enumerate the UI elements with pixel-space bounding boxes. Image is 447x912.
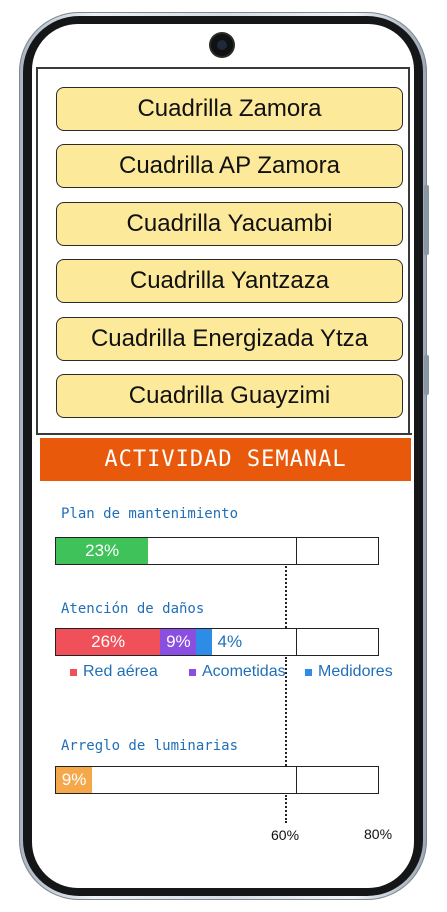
luminaires-label: Arreglo de luminarias xyxy=(61,738,239,754)
threshold-marker xyxy=(295,537,298,564)
threshold-marker xyxy=(295,628,298,655)
legend-label: Red aérea xyxy=(83,663,158,680)
plan-progress-value: 23% xyxy=(85,541,120,560)
legend-label: Medidores xyxy=(318,663,393,680)
axis-label-max: 80% xyxy=(364,826,393,842)
volume-button xyxy=(424,185,429,255)
crew-button-zamora[interactable]: Cuadrilla Zamora xyxy=(56,87,403,131)
threshold-guide-line xyxy=(285,566,287,628)
plan-progress-fill: 23% xyxy=(56,538,149,564)
weekly-activity-banner: ACTIVIDAD SEMANAL xyxy=(40,438,411,481)
legend-item-medidores: Medidores xyxy=(305,663,393,681)
damages-progress-bar: 26% 9% 4% xyxy=(55,628,379,656)
damages-segment-value: 26% xyxy=(91,632,126,651)
threshold-guide-line xyxy=(285,657,287,766)
luminaires-progress-bar: 9% xyxy=(55,766,379,794)
threshold-marker xyxy=(295,766,298,793)
legend-item-acometidas: Acometidas xyxy=(189,663,286,681)
axis-label-threshold: 60% xyxy=(271,827,300,843)
divider xyxy=(36,433,412,435)
threshold-guide-line xyxy=(285,795,287,823)
legend-swatch xyxy=(305,668,312,676)
front-camera-icon xyxy=(211,34,233,56)
crew-button-guayzimi[interactable]: Cuadrilla Guayzimi xyxy=(56,374,403,418)
crew-button-energizada-ytza[interactable]: Cuadrilla Energizada Ytza xyxy=(56,317,403,361)
damages-label: Atención de daños xyxy=(61,601,205,617)
damages-segment-acometidas: 9% xyxy=(160,629,197,655)
legend-label: Acometidas xyxy=(202,663,286,680)
plan-label: Plan de mantenimiento xyxy=(61,506,239,522)
legend-swatch xyxy=(189,668,196,676)
damages-segment-medidores xyxy=(196,629,213,655)
luminaires-progress-fill: 9% xyxy=(56,767,93,793)
damages-segment-red-aerea: 26% xyxy=(56,629,161,655)
plan-progress-bar: 23% xyxy=(55,537,379,565)
divider xyxy=(36,67,410,69)
legend-swatch xyxy=(70,668,77,676)
power-button xyxy=(424,355,429,395)
luminaires-progress-value: 9% xyxy=(61,770,87,789)
crew-button-ap-zamora[interactable]: Cuadrilla AP Zamora xyxy=(56,144,403,188)
damages-segment-value: 9% xyxy=(166,632,191,651)
crew-button-yantzaza[interactable]: Cuadrilla Yantzaza xyxy=(56,259,403,303)
legend-item-red-aerea: Red aérea xyxy=(70,663,158,681)
crew-button-yacuambi[interactable]: Cuadrilla Yacuambi xyxy=(56,202,403,246)
damages-segment-value: 4% xyxy=(217,632,243,651)
